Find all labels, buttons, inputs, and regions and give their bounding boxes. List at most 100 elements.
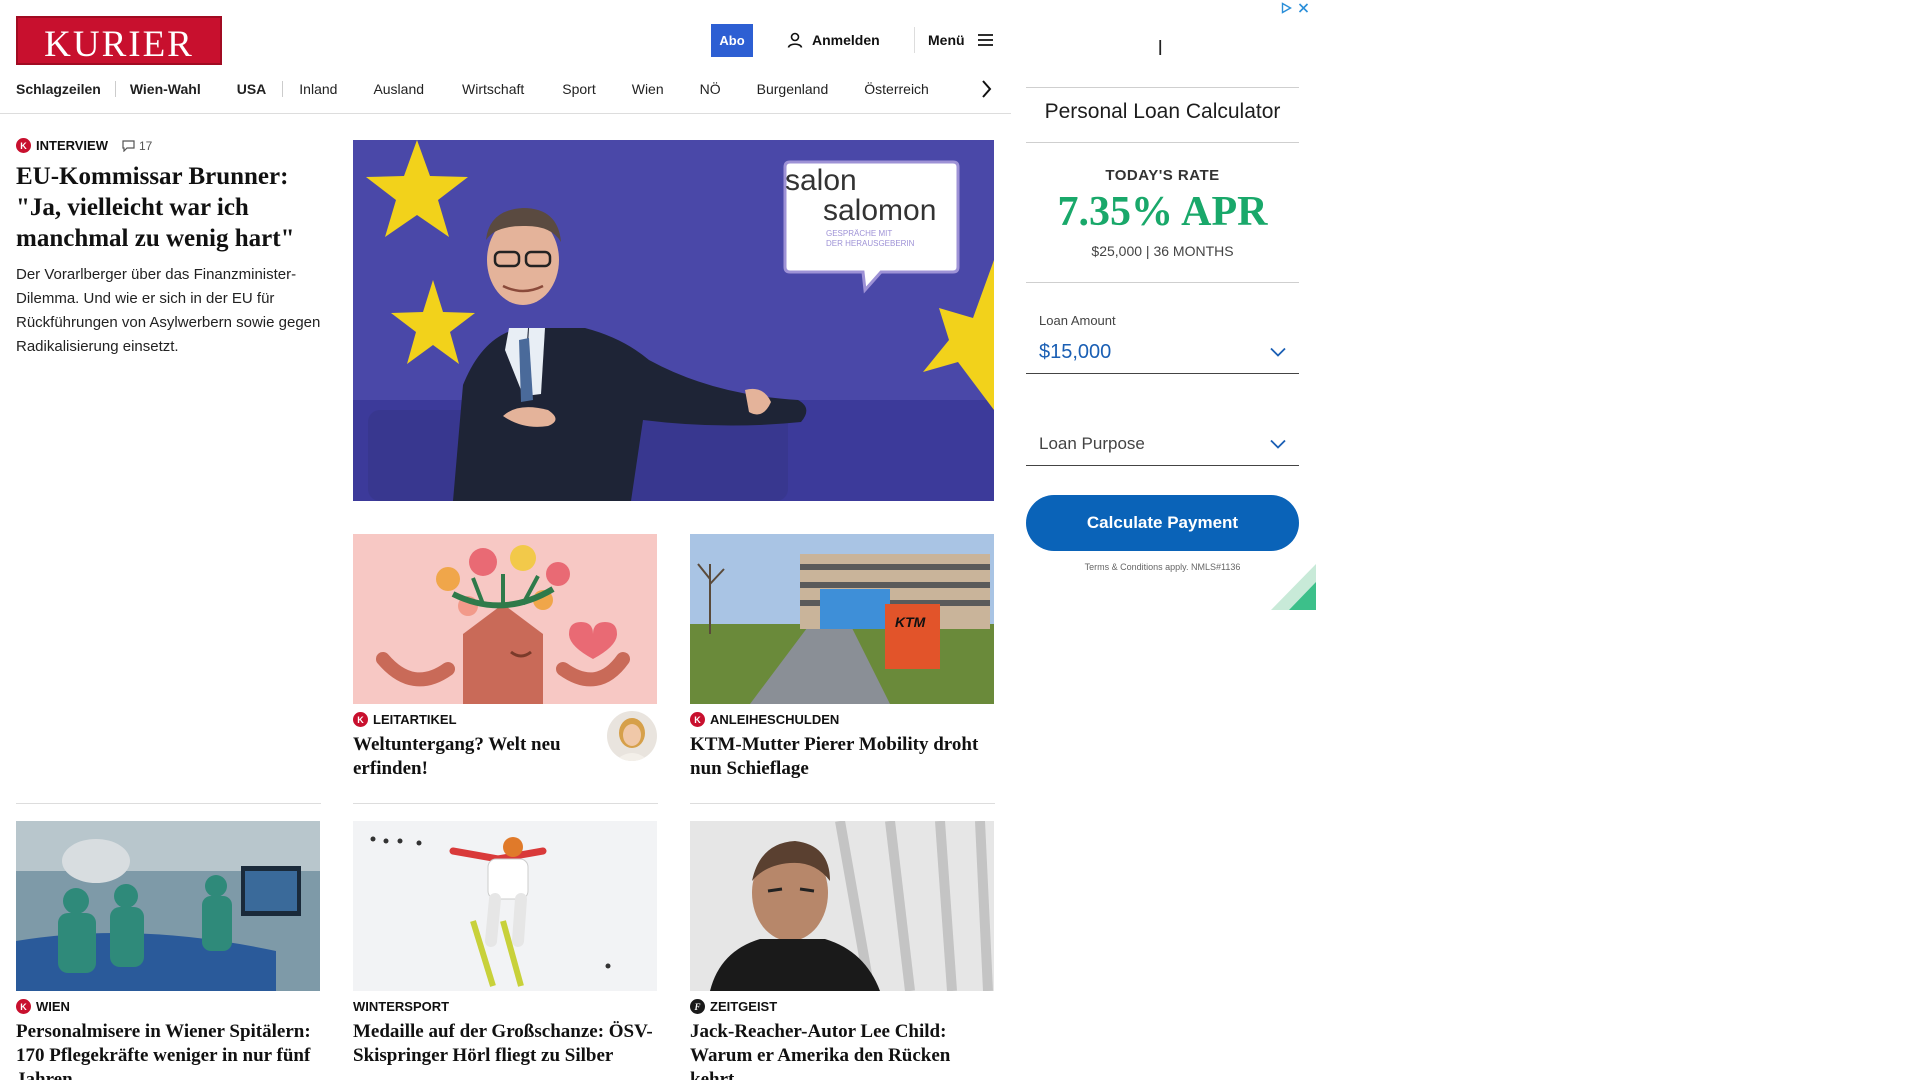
adchoices-play-icon[interactable] bbox=[1281, 2, 1292, 14]
lead-teaser: Der Vorarlberger über das Finanzminister… bbox=[16, 266, 321, 355]
kurier-logo[interactable]: KURIER bbox=[16, 16, 222, 65]
hero-logo-line2: salomon bbox=[823, 194, 936, 227]
lead-headline[interactable]: EU-Kommissar Brunner: "Ja, vielleicht wa… bbox=[16, 161, 321, 254]
calculate-payment-button[interactable]: Calculate Payment bbox=[1026, 495, 1299, 551]
article-headline[interactable]: KTM-Mutter Pierer Mobility droht nun Sch… bbox=[690, 733, 994, 781]
article-category: K ANLEIHESCHULDEN bbox=[690, 712, 994, 727]
loan-purpose-select[interactable]: Loan Purpose bbox=[1026, 429, 1299, 459]
nav-item-wien[interactable]: Wien bbox=[632, 81, 664, 97]
article-card-ktm[interactable]: KTM K ANLEIHESCHULDEN KTM-Mutter Pierer … bbox=[690, 534, 994, 781]
adchoices-controls[interactable] bbox=[1281, 2, 1309, 14]
article-thumbnail[interactable] bbox=[690, 821, 994, 991]
nav-item-usa[interactable]: USA bbox=[237, 81, 267, 97]
kurier-badge-icon: K bbox=[690, 712, 705, 727]
ad-corner-decoration bbox=[1271, 564, 1316, 610]
article-card-wintersport[interactable]: WINTERSPORT Medaille auf der Großschanze… bbox=[353, 821, 657, 1068]
ad-loan-terms: $25,000 | 36 MONTHS bbox=[1091, 243, 1234, 259]
loan-amount-underline bbox=[1026, 373, 1299, 374]
article-category: K INTERVIEW bbox=[16, 138, 108, 153]
article-headline[interactable]: Jack-Reacher-Autor Lee Child: Warum er A… bbox=[690, 1020, 994, 1080]
nav-item-burgenland[interactable]: Burgenland bbox=[757, 81, 829, 97]
nav-divider bbox=[114, 81, 116, 97]
comment-icon bbox=[122, 139, 135, 152]
loan-purpose-placeholder: Loan Purpose bbox=[1039, 434, 1145, 453]
row-divider bbox=[353, 803, 658, 804]
article-card-wien[interactable]: K WIEN Personalmisere in Wiener Spitäler… bbox=[16, 821, 320, 1080]
menu-label: Menü bbox=[928, 32, 965, 48]
article-thumbnail[interactable]: KTM bbox=[690, 534, 994, 704]
kurier-badge-icon: K bbox=[16, 138, 31, 153]
nav-item-oesterreich[interactable]: Österreich bbox=[864, 81, 929, 97]
ktm-sign-text: KTM bbox=[895, 614, 926, 630]
user-icon bbox=[787, 32, 803, 48]
article-headline[interactable]: Medaille auf der Großschanze: ÖSV-Skispr… bbox=[353, 1020, 657, 1068]
close-ad-icon[interactable] bbox=[1298, 2, 1309, 14]
loan-amount-select[interactable]: $15,000 bbox=[1026, 337, 1299, 367]
category-label: WINTERSPORT bbox=[353, 999, 450, 1014]
login-link[interactable]: Anmelden bbox=[786, 28, 880, 52]
nav-item-wirtschaft[interactable]: Wirtschaft bbox=[462, 81, 524, 97]
nav-divider bbox=[282, 81, 284, 97]
chevron-down-icon bbox=[1270, 439, 1286, 449]
comment-count-value: 17 bbox=[139, 138, 153, 153]
photo-operating-room bbox=[16, 821, 320, 991]
lead-article[interactable]: K INTERVIEW 17 EU-Kommissar Brunner: "Ja… bbox=[16, 138, 321, 359]
hero-logo-sub2: DER HERAUSGEBERIN bbox=[826, 239, 915, 248]
logo-text: KURIER bbox=[44, 24, 194, 65]
hero-illustration: salon salomon GESPRÄCHE MIT DER HERAUSGE… bbox=[353, 140, 994, 501]
kurier-badge-icon: K bbox=[353, 712, 368, 727]
ad-rate-label: TODAY'S RATE bbox=[1105, 167, 1220, 184]
row-divider bbox=[690, 803, 995, 804]
nav-item-ausland[interactable]: Ausland bbox=[373, 81, 424, 97]
article-thumbnail[interactable] bbox=[16, 821, 320, 991]
author-avatar bbox=[607, 711, 657, 761]
article-card-zeitgeist[interactable]: f ZEITGEIST Jack-Reacher-Autor Lee Child… bbox=[690, 821, 994, 1080]
article-thumbnail[interactable] bbox=[353, 534, 657, 704]
ad-divider bbox=[1026, 282, 1299, 283]
article-category: f ZEITGEIST bbox=[690, 999, 994, 1014]
hamburger-icon bbox=[977, 34, 993, 46]
article-category: K WIEN bbox=[16, 999, 320, 1014]
nav-item-wien-wahl[interactable]: Wien-Wahl bbox=[130, 81, 201, 97]
category-label: ZEITGEIST bbox=[710, 999, 778, 1014]
photo-ktm-building: KTM bbox=[690, 534, 994, 704]
comment-count[interactable]: 17 bbox=[122, 139, 152, 153]
ad-rate: 7.35% APR bbox=[1057, 189, 1268, 235]
ad-title: Personal Loan Calculator bbox=[1044, 100, 1281, 123]
category-label: INTERVIEW bbox=[36, 138, 108, 153]
nav-divider-line bbox=[0, 113, 1011, 114]
article-headline[interactable]: Personalmisere in Wiener Spitälern: 170 … bbox=[16, 1020, 320, 1080]
ad-fine-print: Terms & Conditions apply. NMLS#1136 bbox=[1084, 562, 1241, 572]
abo-button[interactable]: Abo bbox=[711, 24, 753, 57]
row-divider bbox=[16, 803, 321, 804]
nav-item-inland[interactable]: Inland bbox=[299, 81, 337, 97]
article-category: WINTERSPORT bbox=[353, 999, 657, 1014]
category-label: WIEN bbox=[36, 999, 70, 1014]
nav-item-sport[interactable]: Sport bbox=[562, 81, 595, 97]
zeitgeist-badge-icon: f bbox=[690, 999, 705, 1014]
article-headline[interactable]: Weltuntergang? Welt neu erfinden! bbox=[353, 733, 588, 781]
ad-divider bbox=[1026, 87, 1299, 88]
header-divider bbox=[914, 27, 915, 53]
hero-logo-line1: salon bbox=[785, 164, 857, 197]
lead-hero-image[interactable]: salon salomon GESPRÄCHE MIT DER HERAUSGE… bbox=[353, 140, 994, 501]
author-portrait bbox=[607, 711, 657, 761]
loan-amount-value: $15,000 bbox=[1039, 340, 1112, 363]
nav-item-schlagzeilen[interactable]: Schlagzeilen bbox=[16, 81, 101, 97]
menu-button[interactable]: Menü bbox=[928, 28, 995, 52]
photo-lee-child bbox=[690, 821, 994, 991]
section-nav: Schlagzeilen Wien-Wahl USA Inland Auslan… bbox=[16, 76, 1016, 102]
chevron-down-icon bbox=[1270, 347, 1286, 357]
photo-ski-jumper bbox=[353, 821, 657, 991]
ad-divider bbox=[1026, 142, 1299, 143]
category-label: LEITARTIKEL bbox=[373, 712, 457, 727]
category-label: ANLEIHESCHULDEN bbox=[710, 712, 840, 727]
article-thumbnail[interactable] bbox=[353, 821, 657, 991]
loan-amount-label: Loan Amount bbox=[1039, 313, 1116, 328]
nav-item-noe[interactable]: NÖ bbox=[700, 81, 721, 97]
ad-glyph: l bbox=[1158, 38, 1163, 60]
chevron-right-icon[interactable] bbox=[978, 78, 994, 100]
login-label: Anmelden bbox=[812, 32, 880, 48]
kurier-badge-icon: K bbox=[16, 999, 31, 1014]
illustration-flowers-head bbox=[353, 534, 657, 704]
